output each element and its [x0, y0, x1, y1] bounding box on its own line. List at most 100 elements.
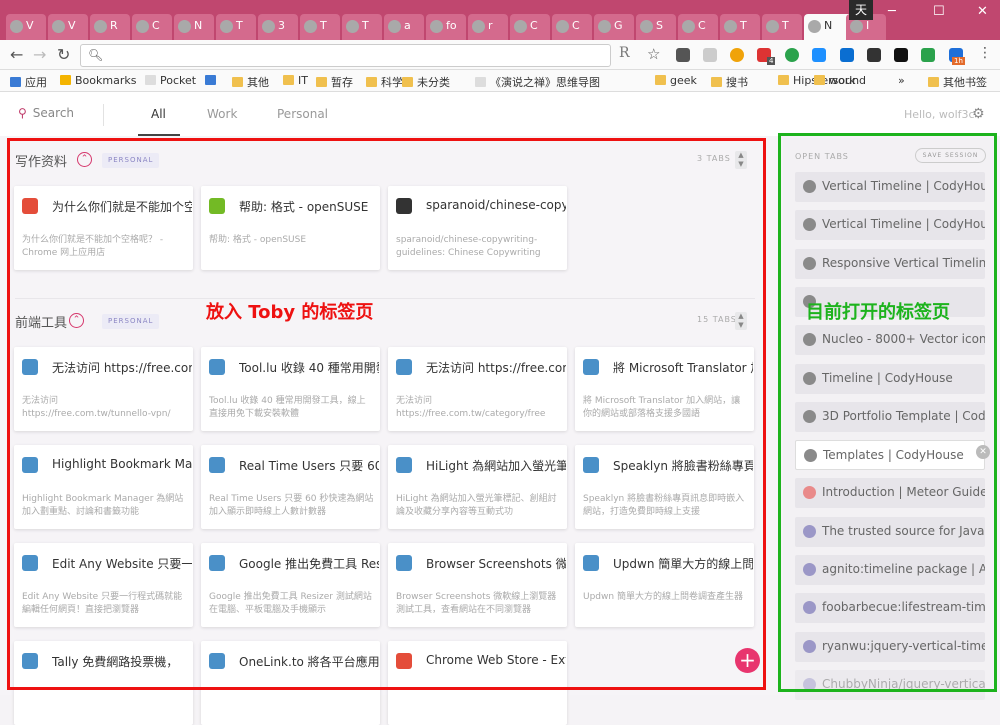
browser-tab-label: 3 — [278, 19, 285, 32]
browser-tab[interactable]: T — [762, 14, 802, 40]
folder-icon — [10, 77, 21, 87]
browser-tab[interactable]: V — [48, 14, 88, 40]
reload-icon[interactable]: ↻ — [57, 45, 70, 64]
browser-tab[interactable]: 3 — [258, 14, 298, 40]
browser-tab[interactable]: T — [216, 14, 256, 40]
favicon-icon — [850, 19, 863, 33]
bookmark-label: 应用 — [25, 76, 47, 89]
search-icon: 🔍︎ — [88, 48, 104, 62]
browser-tab[interactable]: T — [720, 14, 760, 40]
browser-tab-label: V — [26, 19, 34, 32]
browser-tab[interactable]: fo — [426, 14, 466, 40]
folder-icon — [316, 77, 327, 87]
add-collection-button[interactable]: + — [735, 648, 760, 673]
bookmark-item[interactable]: 《演说之禅》思维导图 — [475, 74, 600, 90]
bookmark-item[interactable]: work — [814, 74, 856, 87]
folder-icon — [711, 77, 722, 87]
extension-badge-time: 1h — [952, 57, 965, 65]
forward-icon[interactable]: → — [33, 45, 46, 64]
bookmark-item[interactable] — [205, 74, 220, 87]
evernote-extension-icon[interactable] — [867, 48, 881, 62]
bookmark-label: Bookmarks — [75, 74, 137, 87]
favicon-icon — [514, 19, 527, 33]
bookmark-item[interactable]: geek — [655, 74, 697, 87]
search-icon: ⚲ — [18, 106, 27, 120]
favicon-icon — [388, 19, 401, 33]
sheet-extension-icon[interactable] — [921, 48, 935, 62]
bookmark-label: 《演说之禅》思维导图 — [490, 76, 600, 89]
browser-tab[interactable]: C — [552, 14, 592, 40]
browser-tab[interactable]: r — [468, 14, 508, 40]
browser-tab[interactable]: T — [342, 14, 382, 40]
browser-tab[interactable]: C — [132, 14, 172, 40]
bookmark-star-icon[interactable]: ☆ — [647, 45, 660, 63]
maximize-icon[interactable]: ☐ — [933, 4, 945, 19]
word-extension-icon[interactable] — [840, 48, 854, 62]
browser-tab-label: T — [236, 19, 243, 32]
bookmark-label: geek — [670, 74, 697, 87]
browser-tab-label: C — [152, 19, 160, 32]
qr-extension-icon[interactable] — [676, 48, 690, 62]
bookmark-item[interactable]: 应用 — [10, 74, 47, 90]
folder-icon — [928, 77, 939, 87]
bookmarks-overflow[interactable]: » — [898, 74, 905, 87]
folder-icon — [778, 75, 789, 85]
favicon-icon — [10, 19, 23, 33]
sendto-extension-icon[interactable] — [894, 48, 908, 62]
annotation-frame-collections — [7, 138, 766, 690]
browser-tab[interactable]: R — [90, 14, 130, 40]
browser-tab[interactable]: N — [174, 14, 214, 40]
bookmark-label: 科学 — [381, 76, 403, 89]
bookmark-item[interactable]: 未分类 — [402, 74, 450, 90]
back-icon[interactable]: ← — [10, 45, 23, 64]
other-bookmarks[interactable]: 其他书签 — [928, 74, 987, 90]
minimize-icon[interactable]: ─ — [888, 4, 896, 19]
browser-tab-label: T — [740, 19, 747, 32]
pocket-extension-icon[interactable] — [785, 48, 799, 62]
toby-topnav: ⚲ Search All Work Personal Hello, wolf3c … — [0, 92, 1000, 136]
browser-tab[interactable]: V — [6, 14, 46, 40]
favicon-icon — [346, 19, 359, 33]
menu-icon[interactable]: ⋮ — [978, 45, 992, 61]
tab-personal[interactable]: Personal — [277, 107, 328, 121]
tab-all[interactable]: All — [151, 107, 166, 121]
favicon-icon — [724, 19, 737, 33]
bookmark-item[interactable]: 搜书 — [711, 74, 748, 90]
browser-tab[interactable]: a — [384, 14, 424, 40]
bookmark-item[interactable]: Bookmarks — [60, 74, 136, 87]
browser-tab[interactable]: S — [636, 14, 676, 40]
greeting: Hello, wolf3c — [904, 108, 975, 121]
browser-toolbar: ← → ↻ 🔍︎ R ☆ 4 1h ⋮ — [0, 40, 1000, 70]
readability-icon[interactable]: R — [619, 45, 630, 61]
favicon-icon — [220, 19, 233, 33]
bookmark-item[interactable]: 其他 — [232, 74, 269, 90]
annotation-label-right: 目前打开的标签页 — [806, 302, 950, 323]
address-bar[interactable]: 🔍︎ — [80, 44, 611, 67]
bookmark-label: 搜书 — [726, 76, 748, 89]
close-window-icon[interactable]: ✕ — [977, 4, 988, 19]
gear-icon[interactable]: ⚙ — [972, 106, 985, 122]
browser-tab[interactable]: T — [300, 14, 340, 40]
folder-icon — [475, 77, 486, 87]
folder-icon — [655, 75, 666, 85]
folder-icon — [366, 77, 377, 87]
browser-tab-label: T — [320, 19, 327, 32]
browser-tab[interactable]: C — [678, 14, 718, 40]
bookmark-item[interactable]: 暂存 — [316, 74, 353, 90]
browser-tab[interactable]: C — [510, 14, 550, 40]
browser-tab[interactable]: G — [594, 14, 634, 40]
rss-extension-icon[interactable] — [703, 48, 717, 62]
bookmark-item[interactable]: 科学 — [366, 74, 403, 90]
dict-extension-icon[interactable] — [812, 48, 826, 62]
bookmarks-bar: » 其他书签 应用 Bookmarks Pocket 其他 IT 暂存 科学 未分类 《演说之禅… — [0, 70, 1000, 92]
other-bookmarks-label: 其他书签 — [943, 76, 987, 89]
browser-tab-label: C — [572, 19, 580, 32]
active-tab-underline — [138, 134, 180, 136]
coin-extension-icon[interactable] — [730, 48, 744, 62]
folder-icon — [60, 75, 71, 85]
bookmark-item[interactable]: Pocket — [145, 74, 196, 87]
browser-tab-label: R — [110, 19, 118, 32]
tab-work[interactable]: Work — [207, 107, 237, 121]
search-box[interactable]: ⚲ Search — [18, 106, 74, 120]
bookmark-item[interactable]: IT — [283, 74, 308, 87]
